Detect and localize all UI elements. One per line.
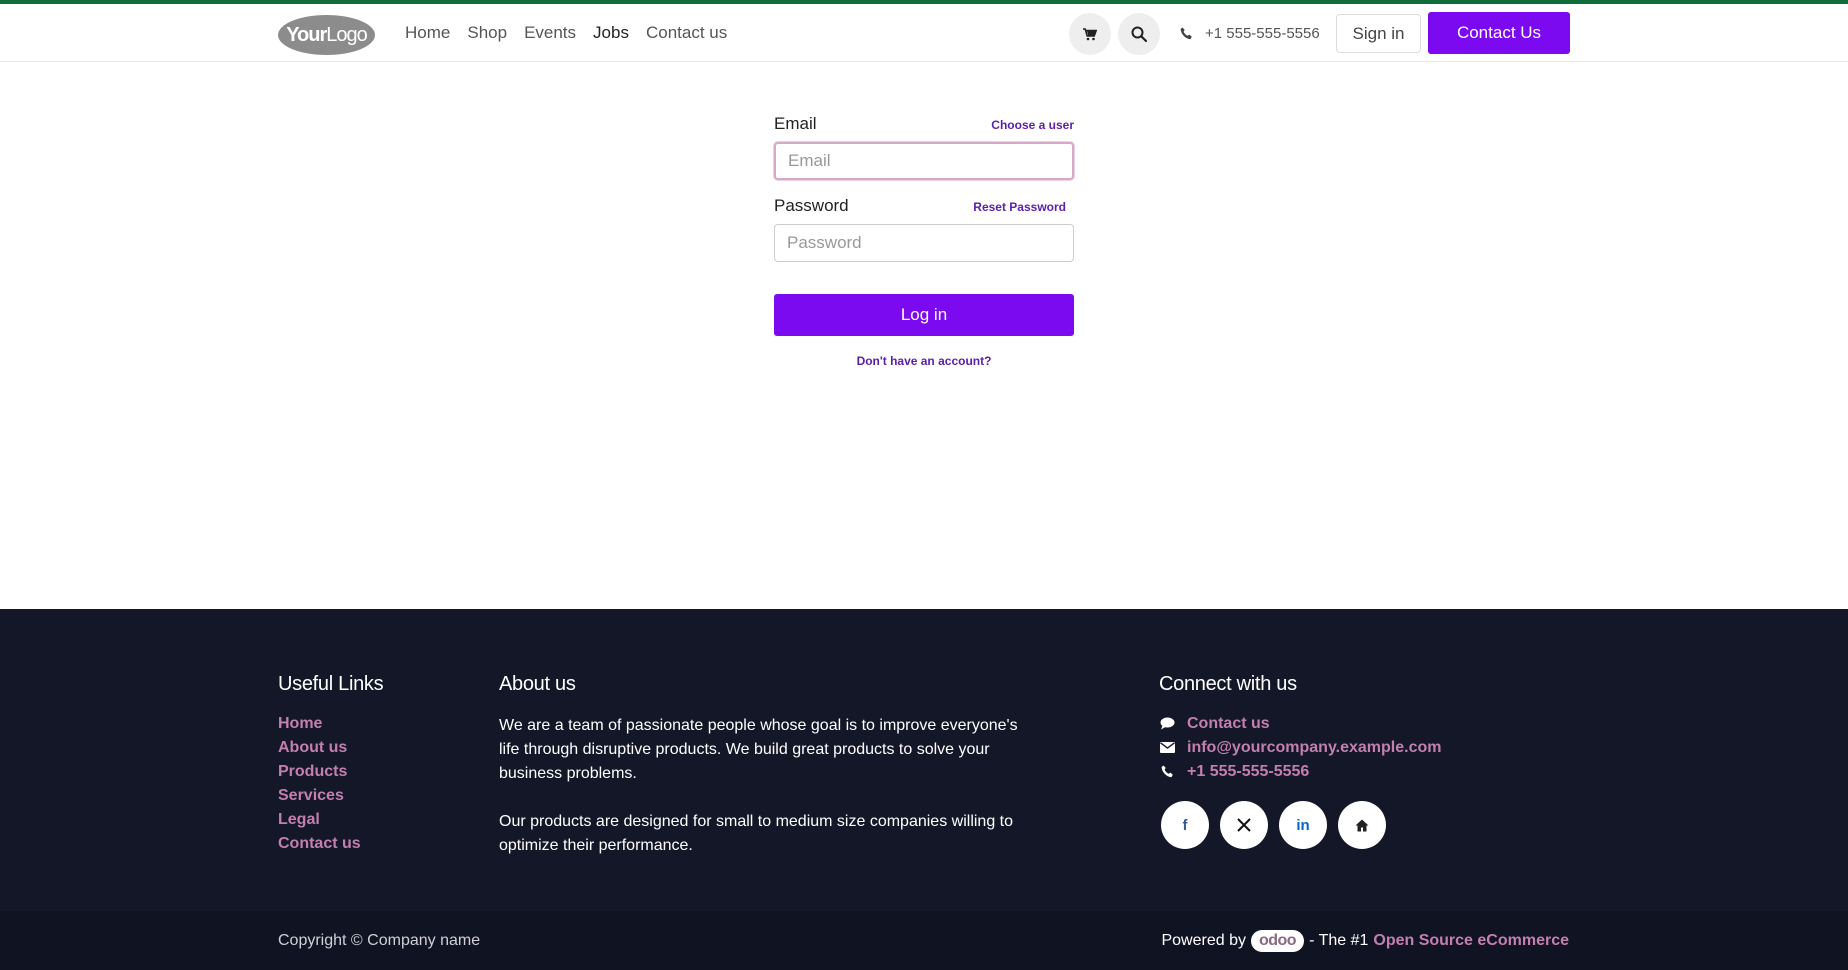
main-nav: Home Shop Events Jobs Contact us xyxy=(405,23,727,43)
about-paragraph-1: We are a team of passionate people whose… xyxy=(499,717,1018,782)
phone-icon xyxy=(1180,27,1192,40)
copyright-text: Copyright © Company name xyxy=(278,932,481,949)
signup-link[interactable]: Don't have an account? xyxy=(774,354,1074,368)
comment-icon xyxy=(1159,717,1175,730)
connect-contact-link: Contact us xyxy=(1187,715,1270,732)
odoo-logo[interactable]: odoo xyxy=(1250,930,1305,952)
connect-email-link: info@yourcompany.example.com xyxy=(1187,739,1442,756)
site-header: Your Logo Home Shop Events Jobs Contact u… xyxy=(0,4,1848,62)
password-field-header: Password Reset Password xyxy=(774,196,1074,216)
connect-phone-row[interactable]: +1 555-555-5556 xyxy=(1159,762,1441,781)
company-logo[interactable]: Your Logo xyxy=(278,15,375,55)
footer-link-home[interactable]: Home xyxy=(278,714,383,733)
email-field-header: Email Choose a user xyxy=(774,114,1074,134)
linkedin-icon: in xyxy=(1296,816,1310,834)
password-block: Password Reset Password xyxy=(774,196,1074,262)
footer-link-products[interactable]: Products xyxy=(278,762,383,781)
header-phone[interactable]: +1 555-555-5556 xyxy=(1180,25,1320,42)
useful-links-title: Useful Links xyxy=(278,673,384,695)
cart-button[interactable] xyxy=(1069,13,1111,55)
connect-contact-row[interactable]: Contact us xyxy=(1159,714,1441,733)
nav-jobs[interactable]: Jobs xyxy=(593,23,629,43)
powered-by-label: Powered by xyxy=(1161,932,1246,949)
envelope-icon xyxy=(1159,742,1175,753)
about-paragraph-2: Our products are designed for small to m… xyxy=(499,813,1014,854)
about-column: About us We are a team of passionate peo… xyxy=(499,673,1039,858)
x-button[interactable] xyxy=(1220,801,1268,849)
connect-email-row[interactable]: info@yourcompany.example.com xyxy=(1159,738,1441,757)
search-button[interactable] xyxy=(1118,13,1160,55)
connect-phone-link: +1 555-555-5556 xyxy=(1187,763,1310,780)
nav-contact-us[interactable]: Contact us xyxy=(646,23,727,43)
password-label: Password xyxy=(774,196,849,215)
header-phone-number: +1 555-555-5556 xyxy=(1205,25,1320,42)
connect-title: Connect with us xyxy=(1159,673,1297,695)
powered-by: Powered by odoo - The #1 Open Source eCo… xyxy=(1161,930,1569,952)
footer-link-contact[interactable]: Contact us xyxy=(278,834,383,853)
connect-column: Connect with us Contact us info@yourcomp… xyxy=(1159,673,1441,849)
search-icon xyxy=(1131,26,1147,42)
login-form: Email Choose a user Password Reset Passw… xyxy=(774,114,1074,368)
useful-links-column: Useful Links Home About us Products Serv… xyxy=(278,673,384,853)
social-links: f in xyxy=(1161,801,1441,849)
log-in-button[interactable]: Log in xyxy=(774,294,1074,336)
choose-user-link[interactable]: Choose a user xyxy=(991,118,1074,132)
footer-link-about[interactable]: About us xyxy=(278,738,383,757)
phone-icon xyxy=(1159,765,1175,778)
footer-link-legal[interactable]: Legal xyxy=(278,810,383,829)
email-label: Email xyxy=(774,114,817,133)
email-input[interactable] xyxy=(774,142,1074,180)
home-icon xyxy=(1355,819,1369,831)
nav-events[interactable]: Events xyxy=(524,23,576,43)
nav-home[interactable]: Home xyxy=(405,23,450,43)
x-icon xyxy=(1237,818,1251,832)
reset-password-link[interactable]: Reset Password xyxy=(973,200,1066,214)
linkedin-button[interactable]: in xyxy=(1279,801,1327,849)
site-footer: Useful Links Home About us Products Serv… xyxy=(0,609,1848,911)
cart-icon xyxy=(1083,27,1097,40)
facebook-icon: f xyxy=(1182,816,1188,834)
about-title: About us xyxy=(499,673,576,695)
password-input[interactable] xyxy=(774,224,1074,262)
useful-links-list: Home About us Products Services Legal Co… xyxy=(278,714,383,853)
footer-bottom-bar: Copyright © Company name Powered by odoo… xyxy=(0,911,1848,970)
sign-in-button[interactable]: Sign in xyxy=(1336,14,1421,53)
contact-us-button[interactable]: Contact Us xyxy=(1428,12,1570,54)
facebook-button[interactable]: f xyxy=(1161,801,1209,849)
tagline: - The #1 xyxy=(1309,932,1369,949)
open-source-ecommerce-link[interactable]: Open Source eCommerce xyxy=(1373,932,1569,950)
nav-shop[interactable]: Shop xyxy=(467,23,507,43)
home-button[interactable] xyxy=(1338,801,1386,849)
footer-link-services[interactable]: Services xyxy=(278,786,383,805)
